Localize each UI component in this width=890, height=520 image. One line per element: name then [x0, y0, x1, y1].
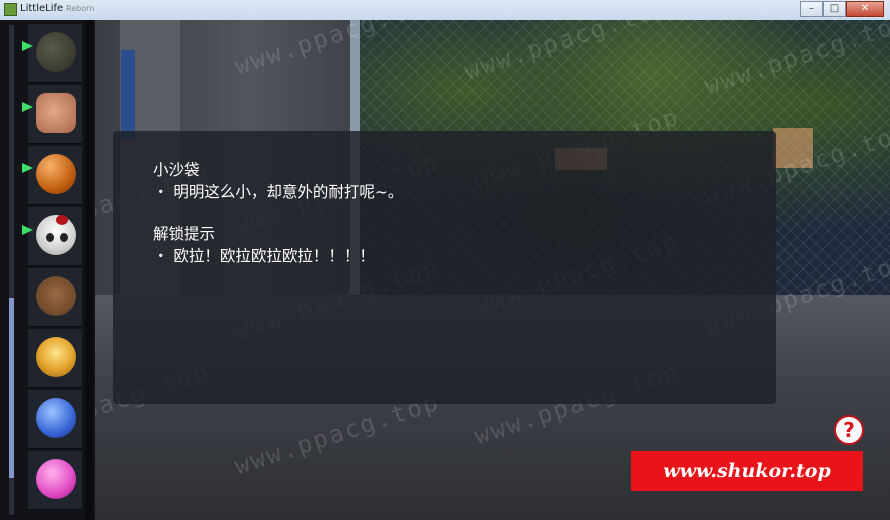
item-sidebar: [0, 20, 95, 520]
item-slot-skull[interactable]: [28, 207, 82, 266]
item-description-window: 小沙袋 ・ 明明这么小，却意外的耐打呢~。 解锁提示 ・ 欧拉！欧拉欧拉欧拉！！…: [113, 131, 776, 404]
window-controls: – □ ✕: [800, 1, 884, 17]
window-titlebar: LittleLife Reborn – □ ✕: [0, 0, 890, 21]
fist-icon: [36, 93, 76, 133]
item-slot-teddy[interactable]: [28, 268, 82, 327]
unlock-hint-text: ・ 欧拉！欧拉欧拉欧拉！！！！: [153, 247, 375, 265]
window-title: LittleLife: [20, 3, 64, 14]
help-button[interactable]: ?: [834, 415, 864, 445]
item-slot-sandbag[interactable]: [28, 146, 82, 205]
item-description: ・ 明明这么小，却意外的耐打呢~。: [153, 183, 404, 201]
unlocked-arrow-icon: [22, 163, 33, 173]
item-slot-fist[interactable]: [28, 85, 82, 144]
question-mark-icon: ?: [843, 418, 855, 442]
item-name: 小沙袋: [153, 161, 200, 179]
skull-eye-icon: [60, 233, 68, 242]
sandbag-ball-icon: [36, 154, 76, 194]
item-slot-helmet[interactable]: [28, 24, 82, 83]
site-banner: www.shukor.top: [631, 451, 863, 491]
app-icon: [4, 3, 17, 16]
minimize-button[interactable]: –: [800, 1, 823, 17]
item-slot-pink-face[interactable]: [28, 451, 82, 510]
item-slot-blue-face[interactable]: [28, 390, 82, 449]
unlocked-arrow-icon: [22, 225, 33, 235]
window-subtitle: Reborn: [66, 4, 95, 13]
pink-face-icon: [36, 459, 76, 499]
item-slot-explosion[interactable]: [28, 329, 82, 388]
unlocked-arrow-icon: [22, 102, 33, 112]
sidebar-scroll-thumb[interactable]: [9, 298, 14, 478]
unlock-hint-title: 解锁提示: [153, 225, 216, 243]
explosion-icon: [36, 337, 76, 377]
maximize-button[interactable]: □: [823, 1, 846, 17]
skull-eye-icon: [46, 233, 54, 242]
blue-face-icon: [36, 398, 76, 438]
helmet-icon: [36, 32, 76, 72]
sidebar-divider: [85, 20, 93, 520]
unlocked-arrow-icon: [22, 41, 33, 51]
teddy-bear-icon: [36, 276, 76, 316]
close-button[interactable]: ✕: [846, 1, 884, 17]
blood-splat-icon: [56, 215, 68, 225]
blue-sign: [121, 50, 135, 140]
